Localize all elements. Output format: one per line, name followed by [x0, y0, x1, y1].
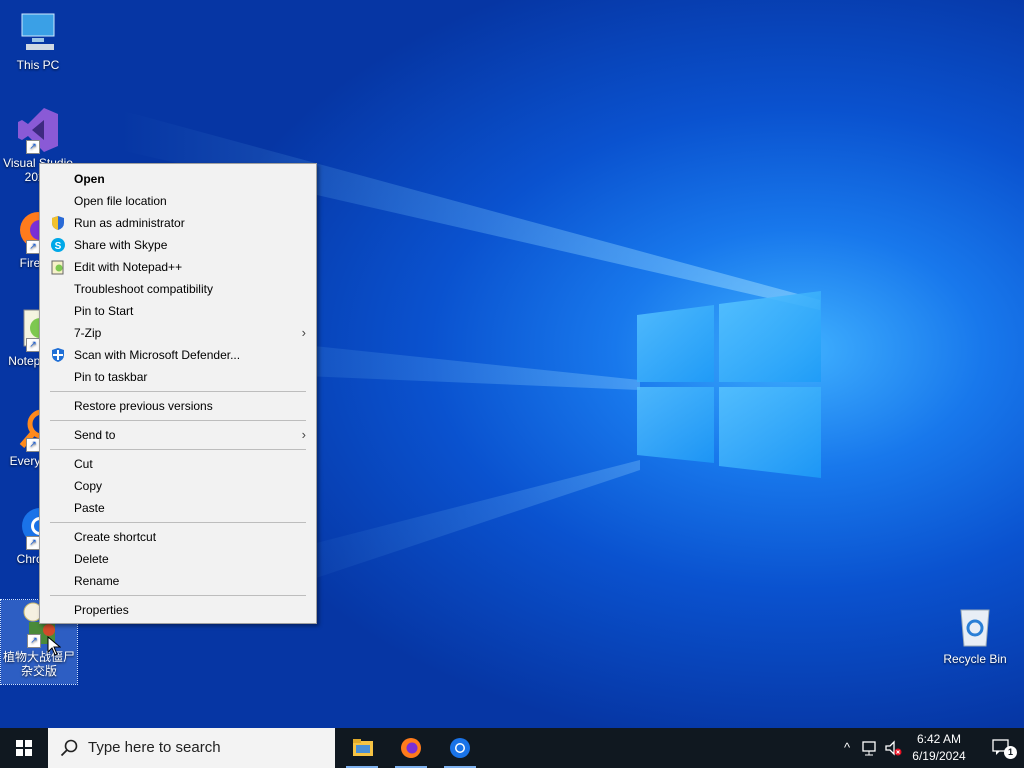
taskbar: Type here to search ^ 6:42 AM 6/19/2024 … — [0, 728, 1024, 768]
menu-item-open[interactable]: Open — [40, 168, 316, 190]
taskbar-clock[interactable]: 6:42 AM 6/19/2024 — [900, 731, 978, 765]
menu-item-pin-to-start[interactable]: Pin to Start — [40, 300, 316, 322]
taskbar-search-box[interactable]: Type here to search — [48, 728, 335, 768]
menu-item-troubleshoot-compatibility[interactable]: Troubleshoot compatibility — [40, 278, 316, 300]
menu-item-delete[interactable]: Delete — [40, 548, 316, 570]
menu-item-open-file-location[interactable]: Open file location — [40, 190, 316, 212]
firefox-icon — [401, 738, 421, 758]
menu-item-send-to[interactable]: Send to › — [40, 424, 316, 446]
windows-logo-icon — [16, 740, 32, 756]
search-placeholder: Type here to search — [88, 739, 221, 756]
desktop[interactable]: This PC ↗ Visual Studio 2022 ↗ Firefox ↗… — [0, 0, 1024, 728]
menu-item-cut[interactable]: Cut — [40, 453, 316, 475]
shield-icon — [50, 215, 66, 231]
shortcut-arrow-icon: ↗ — [26, 140, 40, 154]
menu-separator — [50, 595, 306, 596]
desktop-icon-label: Recycle Bin — [943, 652, 1007, 666]
menu-item-paste[interactable]: Paste — [40, 497, 316, 519]
svg-text:S: S — [55, 241, 62, 252]
menu-item-share-with-skype[interactable]: S Share with Skype — [40, 234, 316, 256]
menu-item-edit-with-notepad-plus-plus[interactable]: Edit with Notepad++ — [40, 256, 316, 278]
menu-item-pin-to-taskbar[interactable]: Pin to taskbar — [40, 366, 316, 388]
menu-separator — [50, 420, 306, 421]
menu-item-rename[interactable]: Rename — [40, 570, 316, 592]
menu-separator — [50, 391, 306, 392]
desktop-icon-label: This PC — [16, 58, 60, 72]
action-center-button[interactable]: 1 — [980, 728, 1024, 768]
desktop-icon-label: 植物大战僵尸杂交版 — [2, 650, 75, 678]
menu-separator — [50, 449, 306, 450]
chrome-icon — [450, 738, 470, 758]
desktop-icon-recycle-bin[interactable]: Recycle Bin — [937, 602, 1013, 666]
menu-item-properties[interactable]: Properties — [40, 599, 316, 621]
search-icon — [60, 739, 78, 757]
notepad-plus-plus-icon — [50, 259, 66, 275]
menu-item-7-zip[interactable]: 7-Zip › — [40, 322, 316, 344]
defender-icon — [50, 347, 66, 363]
desktop-icon-this-pc[interactable]: This PC — [0, 8, 76, 72]
taskbar-app-file-explorer[interactable] — [338, 728, 386, 768]
clock-date: 6/19/2024 — [912, 749, 966, 763]
tray-overflow-chevron-icon[interactable]: ^ — [838, 738, 856, 758]
taskbar-app-chrome[interactable] — [436, 728, 484, 768]
notification-count-badge: 1 — [1004, 746, 1017, 759]
menu-item-run-as-administrator[interactable]: Run as administrator — [40, 212, 316, 234]
menu-item-scan-with-defender[interactable]: Scan with Microsoft Defender... — [40, 344, 316, 366]
menu-item-create-shortcut[interactable]: Create shortcut — [40, 526, 316, 548]
folder-icon — [353, 739, 373, 756]
visual-studio-icon: ↗ — [14, 106, 62, 154]
clock-time: 6:42 AM — [916, 732, 962, 746]
recycle-bin-icon — [951, 602, 999, 650]
chevron-right-icon: › — [301, 325, 306, 340]
shortcut-arrow-icon: ↗ — [26, 536, 40, 550]
this-pc-icon — [14, 8, 62, 56]
shortcut-arrow-icon: ↗ — [27, 634, 41, 648]
shortcut-arrow-icon: ↗ — [26, 338, 40, 352]
chevron-right-icon: › — [301, 427, 306, 442]
taskbar-app-firefox[interactable] — [387, 728, 435, 768]
mouse-cursor-icon — [47, 636, 61, 656]
shortcut-arrow-icon: ↗ — [26, 240, 40, 254]
skype-icon: S — [50, 237, 66, 253]
menu-separator — [50, 522, 306, 523]
network-icon[interactable] — [861, 738, 879, 758]
windows-logo — [637, 291, 821, 478]
start-button[interactable] — [0, 728, 48, 768]
menu-item-restore-previous-versions[interactable]: Restore previous versions — [40, 395, 316, 417]
shortcut-arrow-icon: ↗ — [26, 438, 40, 452]
context-menu: Open Open file location Run as administr… — [39, 163, 317, 624]
menu-item-copy[interactable]: Copy — [40, 475, 316, 497]
